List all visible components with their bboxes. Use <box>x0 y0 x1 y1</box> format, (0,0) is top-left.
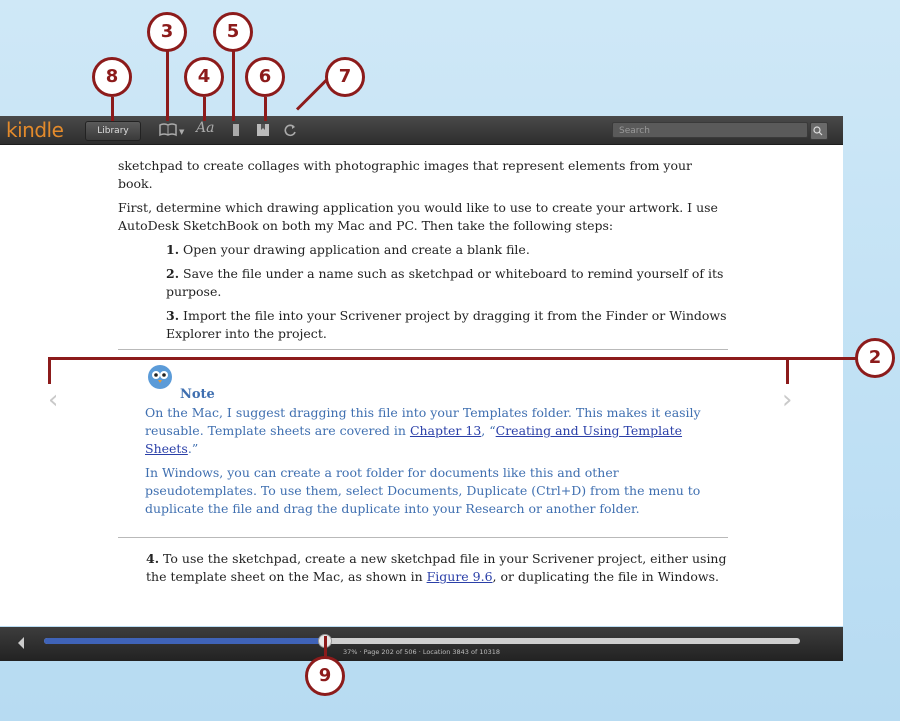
previous-page-arrow[interactable]: ‹ <box>48 385 58 415</box>
callout-line <box>48 357 856 360</box>
kindle-toolbar: kindle Library ▼ Aa Search <box>0 116 843 145</box>
divider <box>118 349 728 350</box>
kindle-logo: kindle <box>6 118 64 142</box>
chapter-link[interactable]: Chapter 13 <box>410 423 481 438</box>
figure-link[interactable]: Figure 9.6 <box>427 569 493 584</box>
book-icon[interactable] <box>158 121 178 139</box>
sync-icon[interactable] <box>283 121 297 139</box>
chevron-down-icon[interactable]: ▼ <box>179 128 184 146</box>
library-button[interactable]: Library <box>85 121 141 141</box>
callout-line <box>166 48 169 121</box>
callout-3: 3 <box>147 12 187 52</box>
list-item: 3. Import the file into your Scrivener p… <box>166 308 727 341</box>
callout-line <box>48 357 51 384</box>
bookmark-icon[interactable] <box>231 121 241 139</box>
search-icon[interactable] <box>810 122 828 140</box>
callout-8: 8 <box>92 57 132 97</box>
callout-7: 7 <box>325 57 365 97</box>
callout-line <box>203 97 206 121</box>
callout-line <box>111 97 114 121</box>
note-paragraph: In Windows, you can create a root folder… <box>145 465 701 516</box>
divider <box>118 537 728 538</box>
list-item: 4. To use the sketchpad, create a new sk… <box>146 551 727 584</box>
note-box: On the Mac, I suggest dragging this file… <box>145 404 715 524</box>
paragraph: First, determine which drawing applicati… <box>118 200 718 233</box>
progress-bar-container: 37% · Page 202 of 506 · Location 3843 of… <box>0 627 843 661</box>
progress-fill <box>44 638 324 644</box>
list-item: 1. Open your drawing application and cre… <box>166 242 530 257</box>
reading-page: sketchpad to create collages with photog… <box>0 145 843 626</box>
list-item: 2. Save the file under a name such as sk… <box>166 266 724 299</box>
page-content: 4. To use the sketchpad, create a new sk… <box>118 550 728 592</box>
callout-4: 4 <box>184 57 224 97</box>
note-paragraph: On the Mac, I suggest dragging this file… <box>145 405 701 456</box>
font-icon[interactable]: Aa <box>196 120 214 138</box>
callout-line <box>264 97 267 121</box>
callout-line <box>232 48 235 121</box>
next-page-arrow[interactable]: › <box>782 385 792 415</box>
note-icon[interactable] <box>256 121 270 139</box>
page-content: sketchpad to create collages with photog… <box>118 157 728 349</box>
callout-line <box>786 357 789 384</box>
callout-2: 2 <box>855 338 895 378</box>
search-input[interactable]: Search <box>612 122 808 138</box>
callout-6: 6 <box>245 57 285 97</box>
paragraph: sketchpad to create collages with photog… <box>118 158 693 191</box>
callout-5: 5 <box>213 12 253 52</box>
progress-slider[interactable] <box>44 634 800 648</box>
location-info: 37% · Page 202 of 506 · Location 3843 of… <box>342 648 501 656</box>
owl-icon <box>146 363 174 395</box>
note-title: Note <box>180 387 215 402</box>
callout-9: 9 <box>305 656 345 696</box>
